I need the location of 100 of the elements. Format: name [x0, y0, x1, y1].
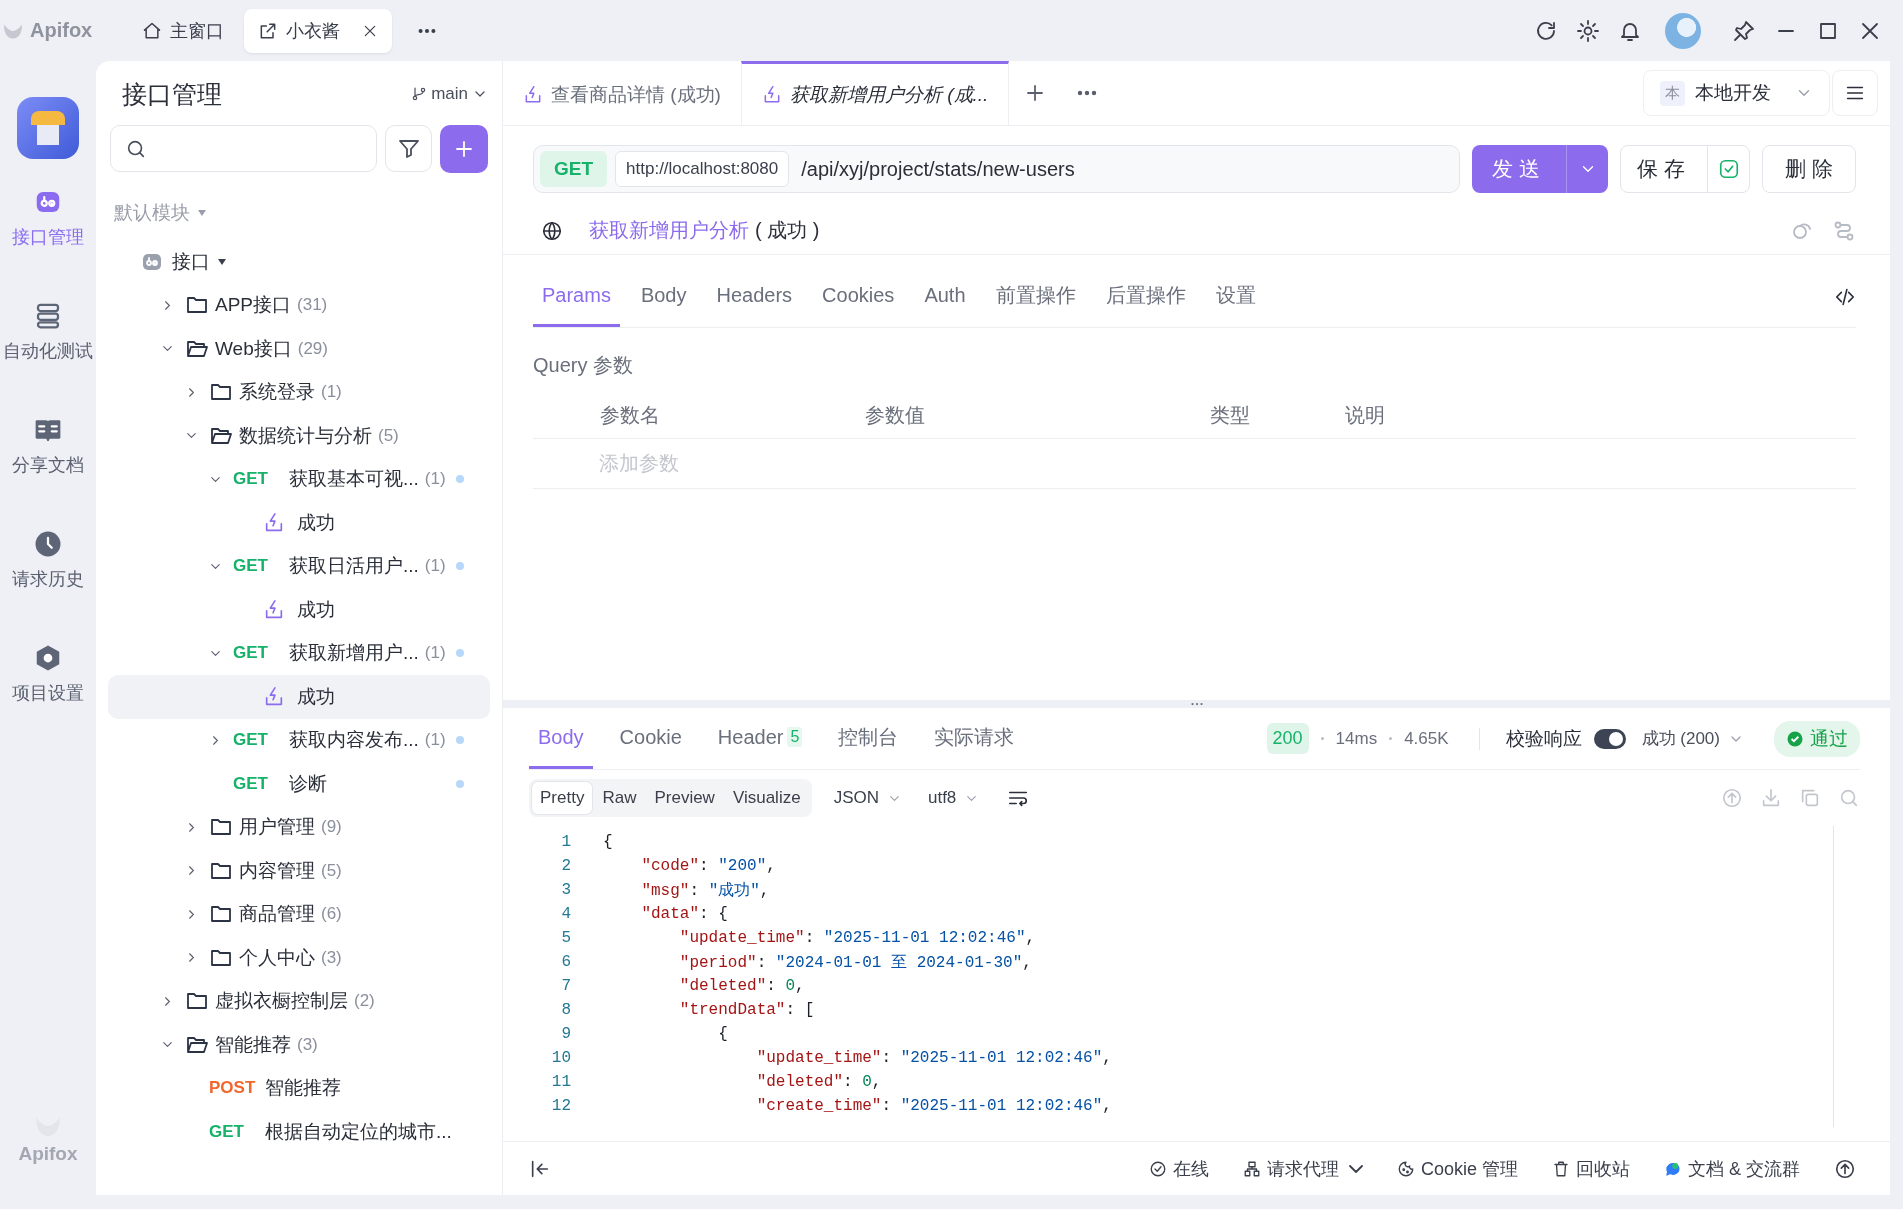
clock-icon — [33, 529, 63, 559]
tree-row[interactable]: 成功 — [108, 675, 490, 719]
endpoint-name: 诊断 — [289, 771, 327, 796]
item-count: (31) — [297, 295, 328, 316]
method-label: GET — [233, 469, 269, 490]
tree-row[interactable]: 成功 — [108, 501, 490, 545]
url-path: /api/xyj/project/stats/new-users — [801, 157, 1075, 181]
tab[interactable]: 控制台 — [829, 708, 908, 769]
project-logo[interactable] — [17, 97, 79, 159]
tab[interactable]: Params — [533, 267, 620, 327]
tab[interactable]: 设置 — [1206, 267, 1265, 327]
tree-row[interactable]: GET 获取日活用户... (1) — [108, 544, 490, 588]
status-bar-item[interactable]: 文档 & 交流群 — [1664, 1156, 1800, 1181]
filter-button[interactable] — [385, 125, 432, 172]
tree-row[interactable]: 商品管理 (6) — [108, 892, 490, 936]
item-count: (3) — [321, 947, 342, 968]
tree-row[interactable]: GET 获取新增用户... (1) — [108, 631, 490, 675]
tree-row[interactable]: 成功 — [108, 588, 490, 632]
globe-icon[interactable] — [541, 219, 563, 242]
validation-selector[interactable]: 成功 (200) — [1641, 727, 1744, 750]
pin-icon[interactable] — [1732, 18, 1756, 43]
tab[interactable]: Cookie — [610, 708, 691, 769]
encoding-dropdown[interactable]: utf8 — [923, 788, 984, 808]
case-name: 成功 — [297, 684, 335, 709]
sidebar-item[interactable]: 请求历史 — [0, 529, 96, 643]
environment-selector[interactable]: 本 本地开发 — [1643, 70, 1830, 116]
item-count: (6) — [321, 904, 342, 925]
tree-item[interactable]: 接口 — [172, 248, 210, 275]
menu-button[interactable] — [1832, 70, 1878, 116]
column-header: 参数值 — [865, 403, 926, 428]
code-icon[interactable] — [1834, 286, 1856, 308]
folder-name: 内容管理 — [239, 858, 315, 883]
line-number: 5 — [560, 929, 571, 947]
tree-row[interactable]: APP接口 (31) — [108, 283, 490, 327]
status-bar-item[interactable]: 请求代理 — [1242, 1156, 1363, 1181]
tab[interactable]: Header 5 — [708, 708, 812, 769]
request-tab[interactable]: 查看商品详情 (成功) — [503, 61, 741, 125]
tree-row[interactable]: GET 根据自动定位的城市... — [108, 1110, 490, 1154]
view-option[interactable]: Pretty — [532, 782, 593, 814]
format-dropdown[interactable]: JSON — [829, 788, 906, 808]
save-button-group[interactable]: 保存 — [1620, 145, 1750, 193]
endpoint-name: 智能推荐 — [265, 1076, 341, 1101]
tree-row[interactable]: 系统登录 (1) — [108, 370, 490, 414]
item-count: (1) — [321, 382, 342, 403]
arrow-up-circle-icon[interactable] — [1834, 1157, 1856, 1180]
code-line: "create_time": "2025-11-01 12:02:46", — [755, 1097, 1112, 1115]
tab[interactable]: 前置操作 — [986, 267, 1085, 327]
tab[interactable]: 后置操作 — [1096, 267, 1195, 327]
code-line: "deleted": 0, — [755, 1073, 882, 1091]
tab[interactable]: Body — [529, 708, 593, 769]
lightning-icon — [263, 598, 285, 621]
item-count: (9) — [321, 817, 342, 838]
item-count: (1) — [424, 556, 446, 577]
code-line: "update_time": "2025-11-01 12:02:46", — [678, 929, 1036, 947]
toggle-switch[interactable] — [1593, 728, 1626, 749]
view-option[interactable]: Preview — [646, 782, 723, 814]
window-tab[interactable]: 主窗口 — [128, 8, 238, 53]
code-line: "trendData": [ — [678, 1001, 815, 1019]
save-button[interactable]: 保存 — [1621, 146, 1707, 192]
tree-row[interactable]: GET 获取内容发布... (1) — [108, 718, 490, 762]
status-bar-item[interactable]: Cookie 管理 — [1396, 1156, 1518, 1181]
tree-row[interactable]: 智能推荐 (3) — [108, 1023, 490, 1067]
window-tab[interactable]: 小衣酱 — [244, 8, 392, 53]
tree-row[interactable]: GET 诊断 — [108, 762, 490, 806]
url-field[interactable]: GET http://localhost:8080 /api/xyj/project/stats/new-users — [533, 145, 1460, 193]
tab[interactable]: Cookies — [813, 267, 904, 327]
view-option[interactable]: Raw — [594, 782, 645, 814]
tree-row[interactable]: POST 智能推荐 — [108, 1066, 490, 1110]
tree-row[interactable]: GET 获取基本可视... (1) — [108, 457, 490, 501]
status-bar-item[interactable]: 在线 — [1148, 1156, 1209, 1181]
sidebar-item[interactable]: 自动化测试 — [0, 301, 96, 415]
code-line: "data": { — [640, 905, 728, 923]
tree-row[interactable]: Web接口 (29) — [108, 327, 490, 371]
delete-button[interactable]: 删除 — [1762, 145, 1856, 193]
sidebar-item[interactable]: 分享文档 — [0, 415, 96, 529]
send-button-group[interactable]: 发送 — [1472, 145, 1608, 193]
status-bar-item[interactable]: 回收站 — [1552, 1156, 1630, 1181]
tab[interactable]: 实际请求 — [925, 708, 1024, 769]
code-line: "update_time": "2025-11-01 12:02:46", — [755, 1049, 1112, 1067]
tree-row[interactable]: 个人中心 (3) — [108, 936, 490, 980]
tree-row[interactable]: 虚拟衣橱控制层 (2) — [108, 979, 490, 1023]
search-field[interactable] — [110, 125, 377, 172]
view-option[interactable]: Visualize — [724, 782, 809, 814]
tree-row[interactable]: 数据统计与分析 (5) — [108, 414, 490, 458]
send-button[interactable]: 发送 — [1472, 145, 1566, 193]
tab[interactable]: Auth — [915, 267, 975, 327]
add-parameter-field[interactable]: 添加参数 — [597, 451, 897, 476]
tree-row[interactable]: 用户管理 (9) — [108, 805, 490, 849]
request-name[interactable]: 获取新增用户分析 — [589, 217, 749, 244]
sidebar-item[interactable]: 项目设置 — [0, 643, 96, 757]
item-count: (5) — [321, 860, 342, 881]
item-count: (1) — [424, 643, 446, 664]
tab[interactable]: Headers — [707, 267, 802, 327]
tree-row[interactable]: 内容管理 (5) — [108, 849, 490, 893]
request-tab[interactable]: 获取新增用户分析 (成... — [740, 61, 1010, 125]
add-button[interactable] — [440, 125, 488, 173]
tab[interactable]: Body — [631, 267, 696, 327]
cookie-icon — [1396, 1159, 1415, 1178]
code-line: { — [603, 833, 613, 851]
branch-selector[interactable]: main — [411, 84, 488, 104]
